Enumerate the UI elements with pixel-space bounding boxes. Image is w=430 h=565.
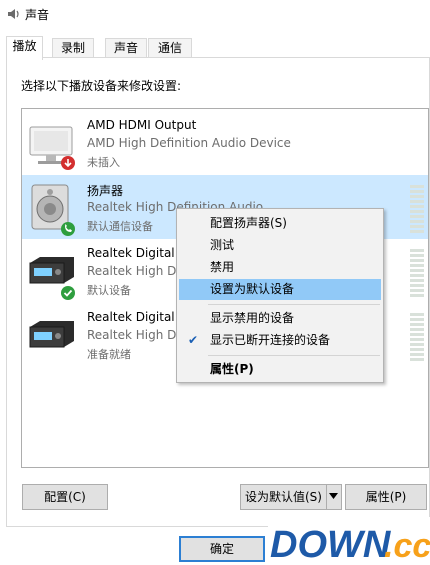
svg-text:.cc: .cc (384, 527, 430, 565)
chevron-down-icon (329, 493, 338, 499)
device-name: Realtek Digital (87, 310, 175, 324)
device-status: 未插入 (87, 156, 120, 169)
ok-button[interactable]: 确定 (179, 536, 265, 562)
menu-item-test[interactable]: 测试 (179, 235, 381, 256)
device-status: 默认通信设备 (87, 220, 153, 233)
tab-sounds[interactable]: 声音 (105, 38, 147, 58)
set-default-dropdown[interactable] (326, 484, 341, 510)
device-name: Realtek Digital (87, 246, 175, 260)
device-name: 扬声器 (87, 184, 124, 198)
menu-separator (208, 355, 380, 356)
unplugged-badge-icon (61, 156, 75, 170)
svg-text:DOWN: DOWN (270, 524, 392, 565)
set-default-label: 设为默认值(S) (245, 490, 322, 504)
menu-item-configure-speakers[interactable]: 配置扬声器(S) (179, 213, 381, 234)
tab-playback[interactable]: 播放 (6, 36, 43, 60)
digital-receiver-icon (29, 321, 74, 348)
instruction-text: 选择以下播放设备来修改设置: (21, 79, 182, 93)
down-cc-watermark-logo: DOWN .cc (268, 517, 430, 565)
properties-button[interactable]: 属性(P) (345, 484, 427, 510)
checkmark-icon: ✔ (188, 333, 199, 347)
tab-recording[interactable]: 录制 (52, 38, 94, 58)
device-item[interactable]: AMD HDMI Output AMD High Definition Audi… (22, 111, 428, 175)
volume-meter (410, 313, 424, 365)
menu-item-show-disconnected[interactable]: ✔ 显示已断开连接的设备 (179, 330, 381, 351)
device-driver: AMD High Definition Audio Device (87, 136, 291, 150)
sound-icon (8, 9, 19, 19)
menu-item-show-disabled[interactable]: 显示禁用的设备 (179, 308, 381, 329)
set-default-button[interactable]: 设为默认值(S) (240, 484, 342, 510)
device-name: AMD HDMI Output (87, 118, 197, 132)
menu-separator (208, 304, 380, 305)
volume-meter (410, 185, 424, 237)
menu-item-set-default[interactable]: 设置为默认设备 (179, 279, 381, 300)
window-title: 声音 (25, 8, 50, 22)
device-status: 默认设备 (87, 284, 131, 297)
tab-communications[interactable]: 通信 (148, 38, 192, 58)
device-status: 准备就绪 (87, 348, 131, 361)
menu-item-disable[interactable]: 禁用 (179, 257, 381, 278)
configure-button[interactable]: 配置(C) (22, 484, 108, 510)
volume-meter (410, 249, 424, 301)
device-driver: Realtek High D (87, 264, 177, 278)
title-bar: 声音 (0, 0, 430, 28)
phone-badge-icon (61, 222, 75, 236)
menu-item-properties[interactable]: 属性(P) (179, 359, 381, 380)
checkmark-badge-icon (61, 286, 75, 300)
context-menu: 配置扬声器(S) 测试 禁用 设置为默认设备 显示禁用的设备 ✔ 显示已断开连接… (176, 208, 384, 383)
device-driver: Realtek High D (87, 328, 177, 342)
